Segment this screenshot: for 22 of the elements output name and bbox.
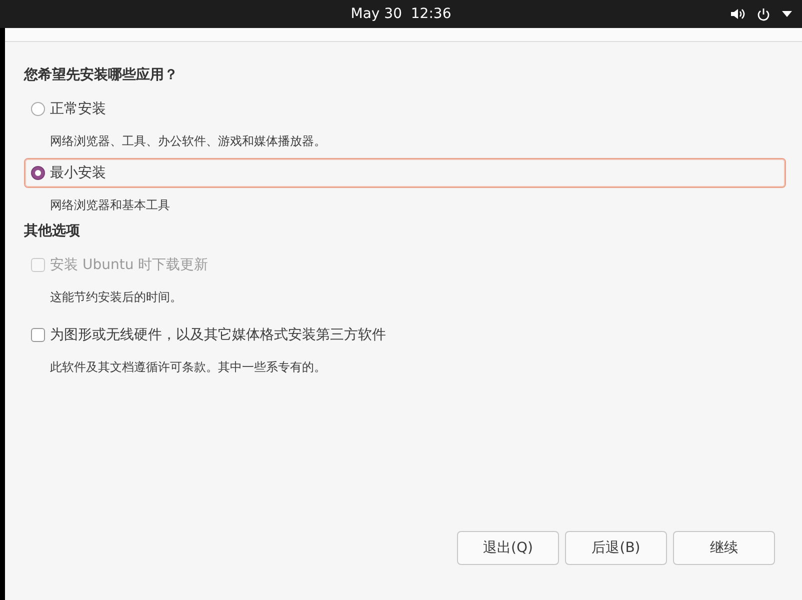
checkbox-label: 为图形或无线硬件，以及其它媒体格式安装第三方软件 (50, 326, 386, 344)
section-heading: 其他选项 (24, 222, 81, 240)
dialog-button[interactable]: 退出(Q) (457, 531, 559, 565)
option-description: 此软件及其文档遵循许可条款。其中一些系专有的。 (49, 359, 327, 376)
caret-icon[interactable] (782, 11, 792, 17)
dialog-button[interactable]: 后退(B) (565, 531, 667, 565)
option-label: 正常安装 (50, 100, 106, 118)
option-label: 最小安装 (50, 164, 106, 182)
section-heading: 您希望先安装哪些应用？ (24, 66, 179, 84)
option-description: 这能节约安装后的时间。 (49, 289, 183, 306)
option-description: 网络浏览器、工具、办公软件、游戏和媒体播放器。 (49, 133, 327, 150)
checkbox[interactable] (31, 328, 45, 342)
clock[interactable]: May 30 12:36 (350, 6, 452, 22)
dialog-button[interactable]: 继续 (673, 531, 775, 565)
radio-option[interactable]: 最小安装 (24, 158, 786, 188)
radio-button[interactable] (31, 102, 45, 116)
volume-icon[interactable] (731, 8, 745, 20)
checkbox-label: 安装 Ubuntu 时下载更新 (50, 256, 208, 274)
option-description: 网络浏览器和基本工具 (49, 197, 171, 214)
radio-button[interactable] (31, 166, 45, 180)
radio-option[interactable]: 正常安装 (24, 94, 786, 124)
power-icon[interactable] (757, 8, 770, 20)
